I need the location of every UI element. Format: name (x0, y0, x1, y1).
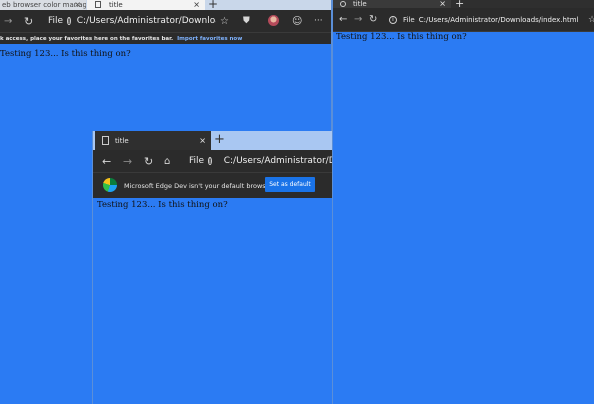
refresh-icon[interactable]: ↻ (24, 15, 33, 28)
page-icon (102, 136, 109, 145)
info-icon[interactable]: i (389, 15, 397, 24)
default-browser-notification: Microsoft Edge Dev isn't your default br… (93, 172, 332, 198)
shield-icon[interactable]: ⛊ (243, 16, 250, 26)
edge-dev-logo-icon (103, 178, 117, 192)
home-icon[interactable]: ⌂ (164, 156, 170, 167)
close-icon[interactable]: ✕ (439, 0, 446, 8)
tab-label: title (109, 1, 123, 9)
tab-strip: title ✕ + (93, 131, 332, 150)
info-icon[interactable]: i (208, 157, 212, 165)
tab-strip: title ✕ + (333, 0, 594, 10)
forward-icon[interactable]: → (123, 155, 132, 168)
address-bar[interactable]: i File C:/Users/Administrator/Downloads/… (389, 11, 587, 29)
page-content-text: Testing 123... Is this thing on? (0, 49, 131, 59)
favorites-bar-text: k access, place your favorites here on t… (0, 35, 174, 42)
toolbar: ← → ↻ i File C:/Users/Administrator/Down… (333, 8, 594, 32)
forward-icon[interactable]: → (354, 14, 362, 25)
emoji-icon[interactable]: ☺ (292, 16, 302, 27)
set-as-default-button[interactable]: Set as default (265, 177, 315, 192)
new-tab-icon[interactable]: + (214, 132, 225, 147)
browser-window-right: title ✕ + ← → ↻ i File C:/Users/Administ… (333, 0, 594, 404)
page-content-text: Testing 123... Is this thing on? (336, 32, 467, 42)
close-icon[interactable]: ✕ (74, 1, 81, 10)
page-content-text: Testing 123... Is this thing on? (97, 200, 228, 210)
close-icon[interactable]: ✕ (199, 136, 206, 145)
tab-title[interactable]: title ✕ (333, 0, 451, 8)
tab-strip: eb browser color management ✕ title ✕ + (0, 0, 331, 11)
tab-label: title (115, 136, 129, 145)
favorite-star-icon[interactable]: ☆ (220, 16, 229, 27)
favorite-star-icon[interactable]: ☆ (588, 15, 594, 25)
import-favorites-link[interactable]: Import favorites now (177, 36, 242, 42)
tab-title[interactable]: title ✕ (95, 131, 211, 150)
file-label: File (48, 16, 64, 26)
url-text: C:/Users/Administrator/Downloads/i... (76, 16, 216, 26)
notification-message: Microsoft Edge Dev isn't your default br… (124, 181, 273, 190)
back-icon[interactable]: ← (339, 14, 347, 25)
forward-icon[interactable]: → (4, 16, 12, 27)
back-icon[interactable]: ← (102, 155, 111, 168)
globe-icon (340, 1, 346, 7)
info-icon[interactable]: i (67, 17, 71, 25)
address-bar[interactable]: File i C:/Users/Administrator/Downloa (189, 152, 332, 170)
toolbar: ← → ↻ ⌂ File i C:/Users/Administrator/Do… (93, 150, 332, 172)
close-icon[interactable]: ✕ (193, 1, 200, 10)
address-bar[interactable]: File i C:/Users/Administrator/Downloads/… (48, 12, 216, 30)
tab-title[interactable]: title ✕ (87, 0, 205, 10)
tab-color-management[interactable]: eb browser color management ✕ (0, 0, 86, 10)
more-icon[interactable]: ··· (314, 16, 323, 26)
avatar[interactable] (268, 15, 279, 26)
browser-window-middle: title ✕ + ← → ↻ ⌂ File i C:/Users/Admini… (92, 131, 332, 404)
url-text: C:/Users/Administrator/Downloads/index.h… (418, 15, 579, 24)
refresh-icon[interactable]: ↻ (144, 155, 153, 168)
toolbar: → ↻ File i C:/Users/Administrator/Downlo… (0, 10, 331, 32)
page-icon (95, 1, 101, 8)
file-label: File (189, 156, 205, 166)
refresh-icon[interactable]: ↻ (369, 14, 377, 25)
file-label: File (403, 15, 415, 24)
favorites-bar: k access, place your favorites here on t… (0, 32, 331, 44)
tab-label: title (353, 0, 367, 8)
url-text: C:/Users/Administrator/Downloa (223, 156, 332, 166)
